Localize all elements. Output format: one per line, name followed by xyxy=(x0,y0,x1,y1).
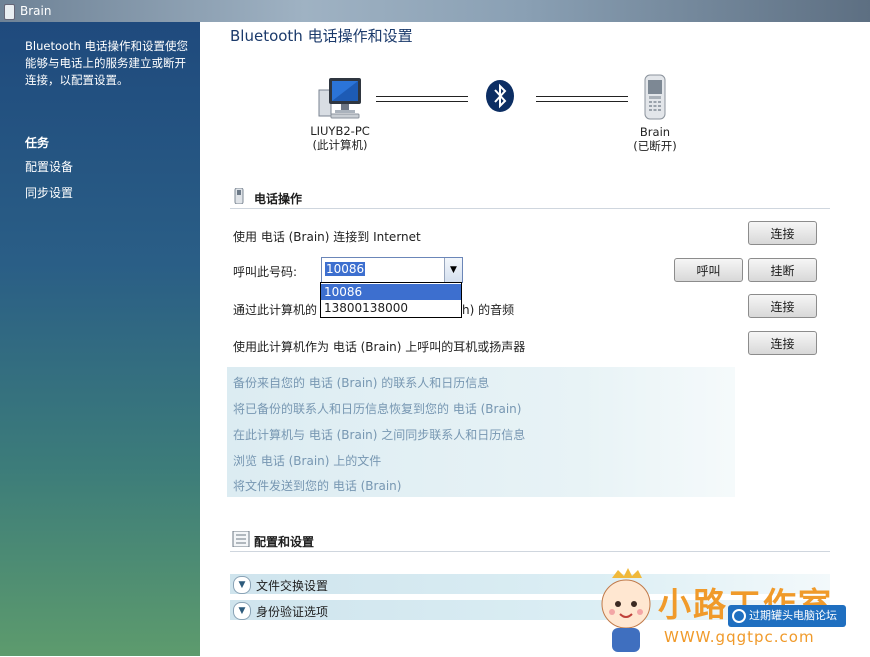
dropdown-option[interactable]: 13800138000 xyxy=(321,300,461,316)
connection-line-left xyxy=(376,96,468,102)
checklist-icon xyxy=(232,530,250,548)
phone-ops-section-header: 电话操作 xyxy=(230,187,830,209)
window-title: Brain xyxy=(20,4,52,18)
phone-label: Brain (已断开) xyxy=(615,125,695,153)
connection-line-right xyxy=(536,96,628,102)
config-section-header: 配置和设置 xyxy=(230,530,830,552)
sync-link-send-files[interactable]: 将文件发送到您的 电话 (Brain) xyxy=(233,477,401,494)
phone-note: (已断开) xyxy=(633,139,677,153)
watermark-url: WWW.gqgtpc.com xyxy=(664,628,815,646)
internet-connect-button[interactable]: 连接 xyxy=(748,221,817,245)
sidebar: Bluetooth 电话操作和设置使您能够与电话上的服务建立或断开连接，以配置设… xyxy=(0,22,200,656)
expander-label: 身份验证选项 xyxy=(256,605,329,619)
call-number-dropdown: 10086 13800138000 xyxy=(320,282,462,318)
bluetooth-icon xyxy=(486,80,514,112)
main-panel: Bluetooth 电话操作和设置 LIUYB2-PC (此计算机) Brain… xyxy=(200,22,870,656)
title-bar: Brain xyxy=(0,0,870,22)
watermark-badge: 过期罐头电脑论坛 xyxy=(728,605,846,627)
audio-row-text-right: h) 的音频 xyxy=(462,303,515,317)
computer-name: LIUYB2-PC xyxy=(310,124,370,138)
sidebar-description: Bluetooth 电话操作和设置使您能够与电话上的服务建立或断开连接，以配置设… xyxy=(25,39,188,87)
phone-name: Brain xyxy=(639,125,671,139)
internet-row-text: 使用 电话 (Brain) 连接到 Internet xyxy=(233,230,421,244)
mobile-phone-icon xyxy=(232,187,246,205)
call-number-combobox[interactable]: 10086 ▼ xyxy=(321,257,463,283)
config-title: 配置和设置 xyxy=(254,535,315,549)
headset-row-text: 使用此计算机作为 电话 (Brain) 上呼叫的耳机或扬声器 xyxy=(233,340,526,354)
dropdown-option[interactable]: 10086 xyxy=(321,284,461,300)
computer-note: (此计算机) xyxy=(312,138,368,152)
chevron-down-icon[interactable]: ▼ xyxy=(444,258,462,282)
phone-app-icon xyxy=(4,4,15,20)
tasks-heading: 任务 xyxy=(25,136,50,150)
call-button[interactable]: 呼叫 xyxy=(674,258,743,282)
sync-links-panel: 备份来自您的 电话 (Brain) 的联系人和日历信息 将已备份的联系人和日历信… xyxy=(227,367,735,497)
chevron-down-icon[interactable]: ▼ xyxy=(233,602,251,620)
computer-label: LIUYB2-PC (此计算机) xyxy=(300,124,380,152)
audio-row-text-left: 通过此计算机的 xyxy=(233,303,318,317)
audio-connect-button[interactable]: 连接 xyxy=(748,294,817,318)
sync-link-browse-files[interactable]: 浏览 电话 (Brain) 上的文件 xyxy=(233,452,381,469)
sync-link-synchronize[interactable]: 在此计算机与 电话 (Brain) 之间同步联系人和日历信息 xyxy=(233,426,525,443)
call-number-value[interactable]: 10086 xyxy=(325,262,366,276)
call-number-label: 呼叫此号码: xyxy=(233,265,298,279)
sync-link-backup[interactable]: 备份来自您的 电话 (Brain) 的联系人和日历信息 xyxy=(233,374,489,391)
chevron-down-icon[interactable]: ▼ xyxy=(233,576,251,594)
computer-icon xyxy=(317,76,365,120)
hangup-button[interactable]: 挂断 xyxy=(748,258,817,282)
badge-logo-icon xyxy=(732,609,746,623)
page-title: Bluetooth 电话操作和设置 xyxy=(230,27,413,45)
phone-icon xyxy=(643,74,667,120)
sidebar-link-configure-device[interactable]: 配置设备 xyxy=(25,158,73,175)
sync-link-restore[interactable]: 将已备份的联系人和日历信息恢复到您的 电话 (Brain) xyxy=(233,400,521,417)
mascot-image xyxy=(598,568,654,654)
expander-label: 文件交换设置 xyxy=(256,579,329,593)
phone-ops-title: 电话操作 xyxy=(254,192,303,206)
sidebar-link-sync-settings[interactable]: 同步设置 xyxy=(25,184,73,201)
watermark-badge-text: 过期罐头电脑论坛 xyxy=(749,609,837,622)
headset-connect-button[interactable]: 连接 xyxy=(748,331,817,355)
